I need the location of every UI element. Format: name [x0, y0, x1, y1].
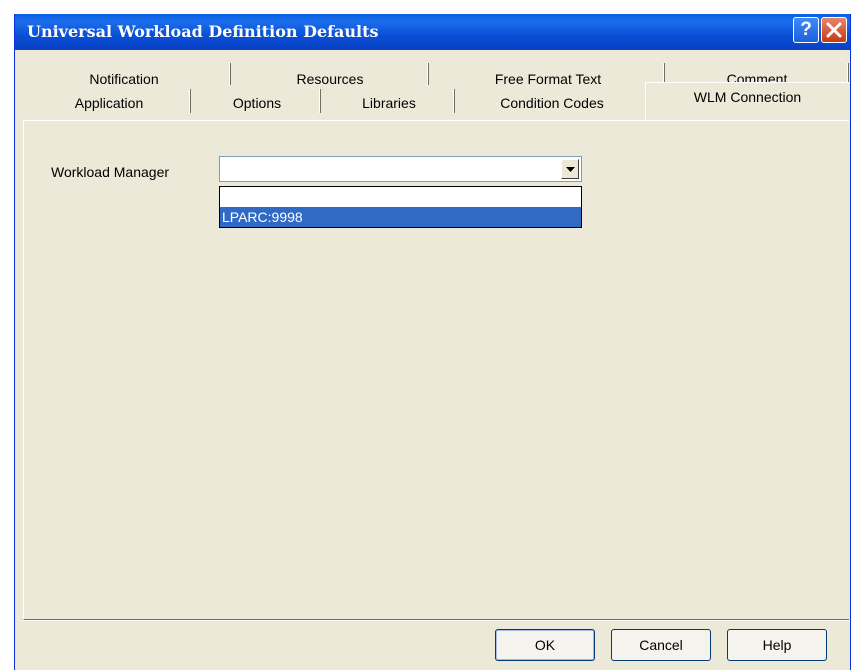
tab-label: Options	[232, 95, 282, 111]
tab-label: Condition Codes	[500, 95, 604, 111]
tab-wlm-connection[interactable]: WLM Connection	[645, 82, 849, 120]
chevron-down-icon[interactable]	[561, 159, 579, 179]
tab-libraries[interactable]: Libraries	[325, 91, 453, 115]
dropdown-option-empty[interactable]	[220, 187, 581, 207]
dialog-window: Universal Workload Definition Defaults ?…	[14, 14, 851, 670]
help-button[interactable]: Help	[727, 629, 827, 661]
tab-label: WLM Connection	[693, 89, 802, 105]
tab-condition-codes[interactable]: Condition Codes	[459, 91, 645, 115]
tab-label: Free Format Text	[494, 71, 602, 87]
window-title: Universal Workload Definition Defaults	[27, 22, 379, 41]
ok-button-label: OK	[534, 637, 556, 653]
help-question-icon[interactable]: ?	[793, 17, 819, 43]
tab-separator	[229, 63, 231, 85]
tab-label: Application	[74, 95, 144, 111]
tab-label: Libraries	[362, 95, 416, 111]
title-bar[interactable]: Universal Workload Definition Defaults ?	[15, 14, 850, 50]
help-button-label: Help	[762, 637, 792, 653]
tab-separator	[453, 89, 455, 113]
tab-resources[interactable]: Resources	[235, 67, 425, 91]
tab-label: Resources	[296, 71, 364, 87]
tab-options[interactable]: Options	[195, 91, 319, 115]
close-icon[interactable]	[821, 17, 847, 43]
tab-notification[interactable]: Notification	[29, 67, 219, 91]
tab-separator	[427, 63, 429, 85]
divider	[23, 620, 849, 621]
workload-manager-label: Workload Manager	[51, 164, 170, 180]
workload-manager-combobox[interactable]	[219, 156, 582, 182]
tab-application[interactable]: Application	[29, 91, 189, 115]
tab-separator	[189, 89, 191, 113]
cancel-button[interactable]: Cancel	[611, 629, 711, 661]
ok-button[interactable]: OK	[495, 629, 595, 661]
tab-separator	[319, 89, 321, 113]
tab-label: Notification	[89, 71, 159, 87]
cancel-button-label: Cancel	[639, 637, 683, 653]
tab-free-format-text[interactable]: Free Format Text	[433, 67, 663, 91]
dropdown-option-lparc[interactable]: LPARC:9998	[220, 207, 581, 227]
workload-manager-dropdown-list: LPARC:9998	[219, 186, 582, 228]
